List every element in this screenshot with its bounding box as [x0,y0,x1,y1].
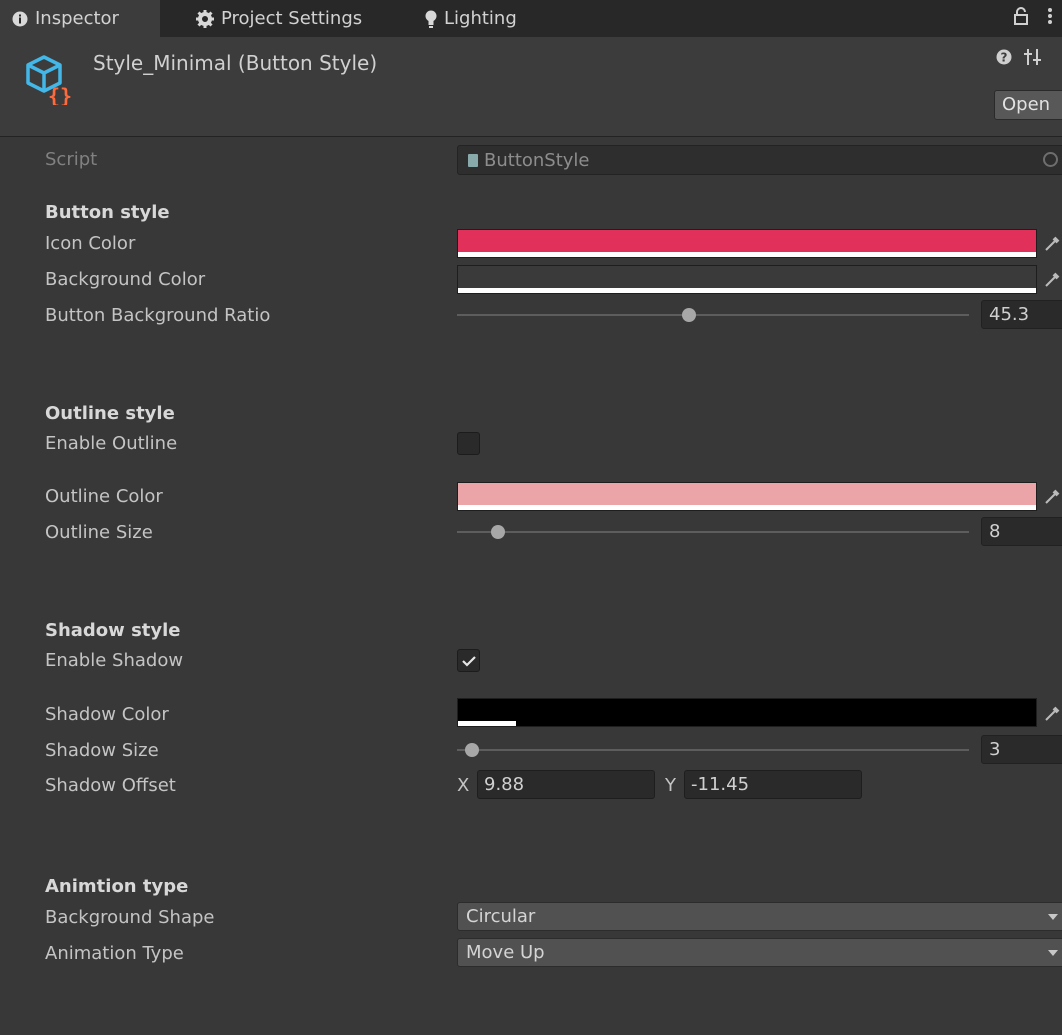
outline-color-alpha-bar [458,505,1036,510]
animation-type-heading: Animtion type [45,876,189,897]
enable-outline-checkbox[interactable] [457,432,480,455]
shadow-color-alpha-bar [458,721,516,726]
window-tab-bar: Inspector Project Settings Lighting [0,0,1062,37]
svg-text:{}: {} [48,84,72,105]
offset-x-field[interactable]: 9.88 [477,770,655,799]
info-icon [12,11,28,27]
background-shape-value: Circular [466,906,536,927]
animation-type-dropdown[interactable]: Move Up [457,938,1062,967]
gear-icon [196,9,214,28]
shadow-size-label: Shadow Size [45,740,159,761]
button-background-ratio-label: Button Background Ratio [45,305,271,326]
svg-text:?: ? [1001,51,1008,65]
eyedropper-icon[interactable] [1043,234,1062,254]
eyedropper-icon[interactable] [1043,704,1062,724]
animation-type-label: Animation Type [45,943,184,964]
outline-color-label: Outline Color [45,486,163,507]
lightbulb-icon [425,10,437,28]
outline-size-slider-track[interactable] [457,531,969,533]
tab-lighting[interactable]: Lighting [425,0,517,37]
tab-inspector-label: Inspector [35,8,119,29]
ratio-slider-thumb[interactable] [681,308,696,322]
object-picker-icon[interactable] [1043,152,1058,167]
background-color-label: Background Color [45,269,206,290]
ratio-slider-track[interactable] [457,314,969,316]
checkmark-icon [461,655,476,667]
outline-size-slider-thumb[interactable] [490,525,505,539]
open-button[interactable]: Open [994,90,1062,120]
tab-lighting-label: Lighting [444,8,517,29]
eyedropper-icon[interactable] [1043,270,1062,290]
background-shape-dropdown[interactable]: Circular [457,902,1062,931]
tab-inspector[interactable]: Inspector [0,0,160,37]
shadow-style-heading: Shadow style [45,620,181,641]
outline-size-value-field[interactable]: 8 [981,517,1062,546]
header-icon-group: ? [996,49,1042,70]
button-style-heading: Button style [45,202,170,223]
background-shape-label: Background Shape [45,907,215,928]
chevron-down-icon [1048,950,1058,956]
scriptable-object-icon: {} [26,53,78,110]
outline-color-field[interactable] [457,482,1037,511]
script-file-icon [468,153,478,167]
script-label: Script [45,149,98,170]
ratio-value-field[interactable]: 45.3 [981,300,1062,329]
offset-y-field[interactable]: -11.45 [684,770,862,799]
script-field[interactable]: ButtonStyle [457,145,1062,175]
help-icon[interactable]: ? [996,49,1012,70]
more-vertical-icon [1047,7,1053,30]
offset-x-label: X [457,775,470,796]
icon-color-field[interactable] [457,229,1037,258]
lock-button[interactable] [1013,0,1029,37]
lock-icon [1013,7,1029,30]
shadow-size-value-field[interactable]: 3 [981,735,1062,764]
background-color-field[interactable] [457,265,1037,294]
enable-shadow-label: Enable Shadow [45,650,184,671]
shadow-color-field[interactable] [457,698,1037,727]
shadow-size-slider-track[interactable] [457,749,969,751]
chevron-down-icon [1048,914,1058,920]
background-color-alpha-bar [458,288,1036,293]
tab-project-settings[interactable]: Project Settings [196,0,362,37]
tab-menu-button[interactable] [1047,0,1053,37]
script-value: ButtonStyle [484,149,590,171]
asset-title: Style_Minimal (Button Style) [93,51,378,75]
shadow-color-label: Shadow Color [45,704,169,725]
preset-icon[interactable] [1024,49,1042,70]
animation-type-value: Move Up [466,942,545,963]
icon-color-alpha-bar [458,252,1036,257]
enable-shadow-checkbox[interactable] [457,649,480,672]
tab-project-settings-label: Project Settings [221,8,363,29]
inspector-header: {} Style_Minimal (Button Style) ? Open [0,37,1062,137]
eyedropper-icon[interactable] [1043,487,1062,507]
outline-style-heading: Outline style [45,403,175,424]
shadow-offset-label: Shadow Offset [45,775,176,796]
shadow-size-slider-thumb[interactable] [465,743,480,757]
enable-outline-label: Enable Outline [45,433,178,454]
outline-size-label: Outline Size [45,522,153,543]
offset-y-label: Y [665,775,676,796]
icon-color-label: Icon Color [45,233,136,254]
